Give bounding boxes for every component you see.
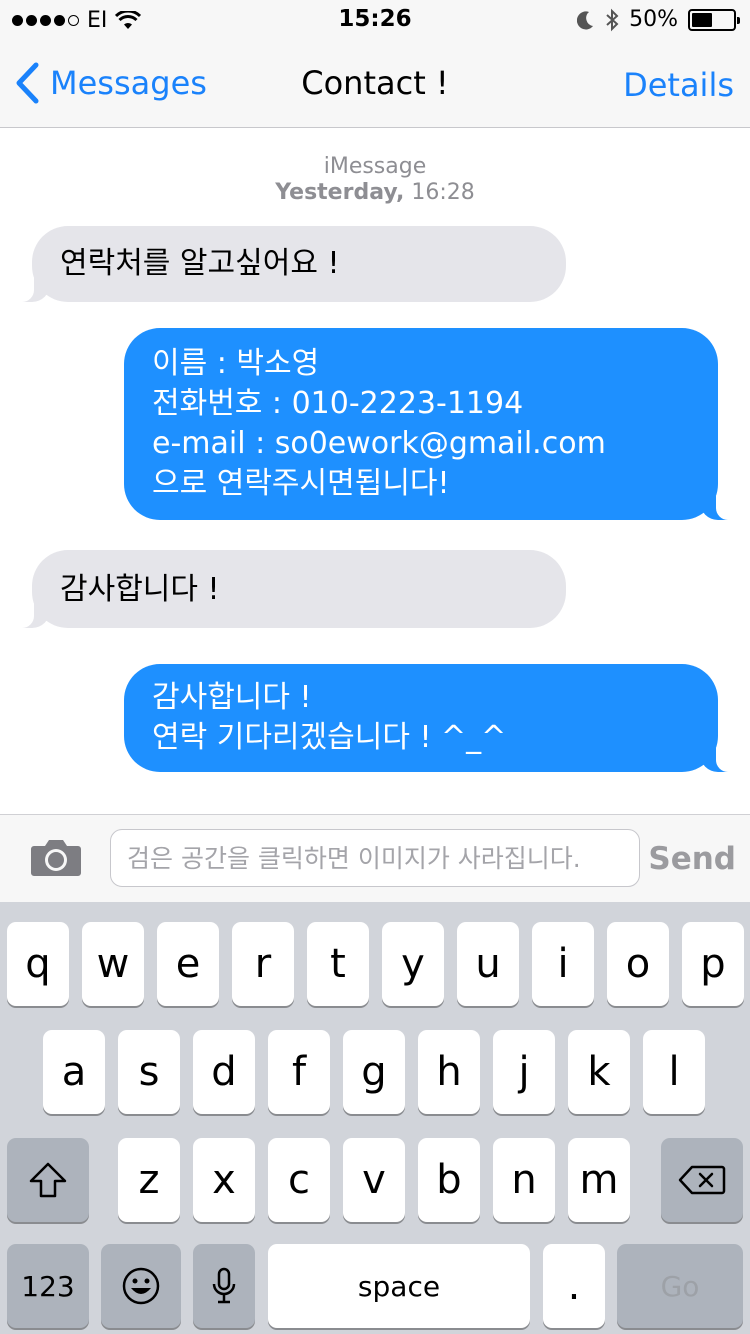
key-o[interactable]: o — [607, 922, 669, 1006]
key-v[interactable]: v — [343, 1138, 405, 1222]
battery-percent: 50% — [629, 7, 678, 32]
message-text: 감사합니다 ! — [152, 680, 312, 715]
timestamp-day: Yesterday, — [275, 180, 405, 205]
send-button[interactable]: Send — [648, 841, 736, 877]
shift-key[interactable] — [7, 1138, 89, 1222]
key-k[interactable]: k — [568, 1030, 630, 1114]
key-s[interactable]: s — [118, 1030, 180, 1114]
key-g[interactable]: g — [343, 1030, 405, 1114]
message-input[interactable] — [110, 829, 640, 887]
key-u[interactable]: u — [457, 922, 519, 1006]
incoming-message-bubble[interactable]: 감사합니다 ! — [12, 550, 566, 628]
navigation-bar: Messages Contact ! Details — [0, 40, 750, 128]
details-button[interactable]: Details — [623, 66, 734, 104]
battery-icon — [688, 8, 740, 31]
outgoing-message-bubble[interactable]: 이름 : 박소영 전화번호 : 010-2223-1194 e-mail : s… — [124, 328, 738, 520]
key-h[interactable]: h — [418, 1030, 480, 1114]
period-key[interactable]: . — [543, 1244, 605, 1328]
battery-level — [692, 12, 712, 27]
moon-icon — [577, 10, 594, 29]
numbers-key[interactable]: 123 — [7, 1244, 89, 1328]
message-text: 전화번호 : 010-2223-1194 — [152, 386, 524, 421]
timestamp-time: 16:28 — [411, 180, 475, 205]
message-text: 이름 : 박소영 — [152, 346, 320, 381]
key-f[interactable]: f — [268, 1030, 330, 1114]
go-key[interactable]: Go — [617, 1244, 743, 1328]
message-text: 감사합니다 ! — [60, 572, 220, 607]
key-b[interactable]: b — [418, 1138, 480, 1222]
bluetooth-icon — [606, 8, 619, 31]
status-bar: EI 15:26 50% — [0, 0, 750, 40]
key-e[interactable]: e — [157, 922, 219, 1006]
key-r[interactable]: r — [232, 922, 294, 1006]
space-key[interactable]: space — [268, 1244, 530, 1328]
timestamp: Yesterday, 16:28 — [0, 180, 750, 206]
key-d[interactable]: d — [193, 1030, 255, 1114]
key-l[interactable]: l — [643, 1030, 705, 1114]
key-i[interactable]: i — [532, 922, 594, 1006]
key-y[interactable]: y — [382, 922, 444, 1006]
incoming-message-bubble[interactable]: 연락처를 알고싶어요 ! — [12, 226, 566, 302]
microphone-icon — [212, 1267, 236, 1304]
key-w[interactable]: w — [82, 922, 144, 1006]
key-t[interactable]: t — [307, 922, 369, 1006]
outgoing-message-bubble[interactable]: 감사합니다 ! 연락 기다리겠습니다 ! ^_^ — [124, 664, 738, 772]
keyboard: q w e r t y u i o p a s d f g h j k l z … — [0, 902, 750, 1334]
dictation-key[interactable] — [193, 1244, 255, 1328]
message-text: 연락처를 알고싶어요 ! — [60, 246, 340, 281]
emoji-icon — [122, 1267, 160, 1305]
shift-icon — [29, 1162, 67, 1198]
key-j[interactable]: j — [493, 1030, 555, 1114]
key-z[interactable]: z — [118, 1138, 180, 1222]
key-m[interactable]: m — [568, 1138, 630, 1222]
key-q[interactable]: q — [7, 922, 69, 1006]
key-a[interactable]: a — [43, 1030, 105, 1114]
message-text: 연락 기다리겠습니다 ! ^_^ — [152, 720, 507, 755]
backspace-key[interactable] — [661, 1138, 743, 1222]
camera-icon[interactable] — [30, 837, 82, 877]
key-n[interactable]: n — [493, 1138, 555, 1222]
key-c[interactable]: c — [268, 1138, 330, 1222]
message-thread[interactable]: iMessage Yesterday, 16:28 연락처를 알고싶어요 ! 이… — [0, 128, 750, 814]
message-text: 으로 연락주시면됩니다! — [152, 466, 450, 501]
service-label: iMessage — [323, 154, 427, 179]
thread-header: iMessage Yesterday, 16:28 — [0, 154, 750, 206]
message-text: e-mail : so0ework@gmail.com — [152, 426, 606, 461]
backspace-icon — [678, 1165, 726, 1195]
emoji-key[interactable] — [101, 1244, 181, 1328]
key-p[interactable]: p — [682, 922, 744, 1006]
key-x[interactable]: x — [193, 1138, 255, 1222]
composer-bar: Send — [0, 814, 750, 902]
